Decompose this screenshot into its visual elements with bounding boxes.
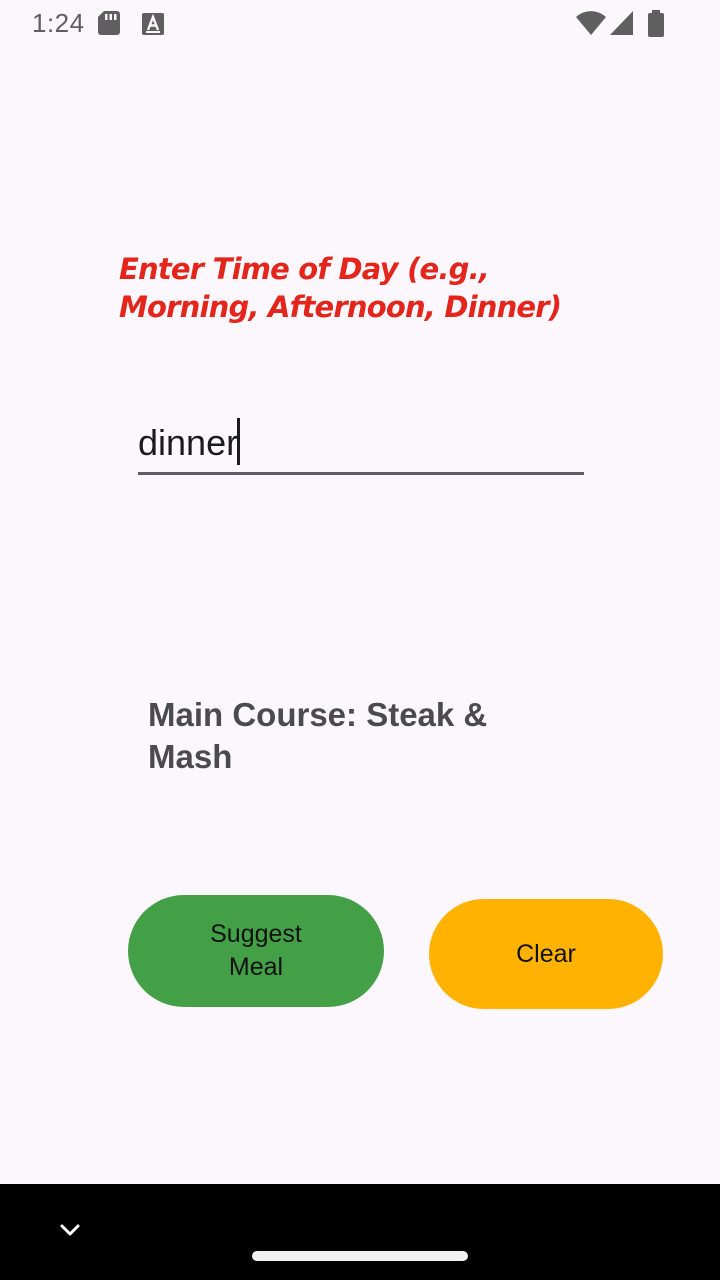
text-a-icon [141, 10, 165, 41]
status-bar: 1:24 [0, 0, 720, 48]
clear-label: Clear [516, 939, 576, 968]
chevron-down-icon[interactable] [56, 1220, 84, 1240]
time-of-day-field[interactable] [138, 416, 584, 475]
suggest-meal-button[interactable]: Suggest Meal [128, 895, 384, 1007]
battery-icon [647, 10, 665, 43]
status-time: 1:24 [32, 8, 85, 38]
prompt-label: Enter Time of Day (e.g., Morning, Aftern… [119, 252, 562, 324]
text-cursor [237, 418, 240, 465]
sd-card-icon [97, 10, 121, 41]
time-of-day-input[interactable] [138, 418, 584, 468]
home-handle[interactable] [252, 1251, 468, 1261]
suggest-meal-label: Suggest Meal [210, 920, 302, 981]
clear-button[interactable]: Clear [429, 899, 663, 1009]
meal-suggestion-text: Main Course: Steak & Mash [148, 696, 488, 775]
navigation-bar [0, 1184, 720, 1280]
wifi-icon [575, 10, 607, 41]
signal-icon [609, 10, 635, 41]
